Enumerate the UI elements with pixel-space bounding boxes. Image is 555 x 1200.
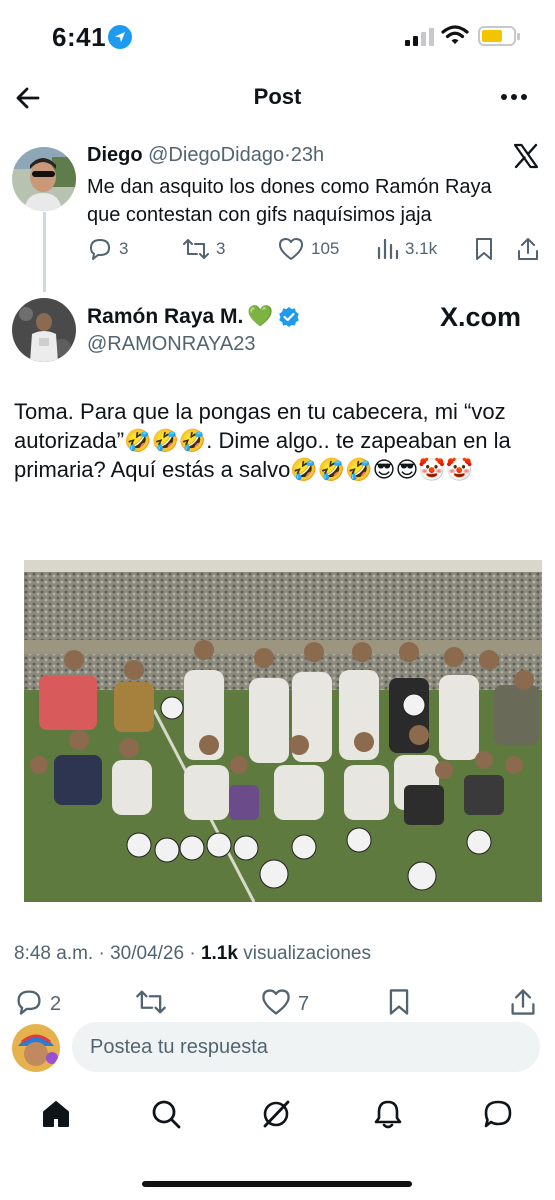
battery-icon (478, 26, 520, 46)
reply-count: 3 (119, 239, 129, 258)
share-button[interactable] (515, 234, 541, 264)
thread-line (43, 212, 46, 292)
timestamp-date: 8:48 a.m. · 30/04/26 · (14, 943, 201, 964)
main-tweet-actions: 2 7 (0, 987, 555, 1015)
main-reply-count: 2 (50, 993, 62, 1015)
main-retweet-button[interactable] (135, 987, 167, 1015)
verified-badge-icon (278, 307, 299, 327)
views-label: visualizaciones (237, 943, 372, 964)
bell-icon[interactable] (372, 1098, 404, 1130)
main-tweet-text: Toma. Para que la pongas en tu cabecera,… (14, 399, 511, 482)
status-time: 6:41 (52, 22, 107, 52)
avatar-ramon[interactable] (12, 298, 76, 362)
like-button[interactable]: 105 (277, 234, 339, 264)
reply-button[interactable]: 3 (87, 234, 128, 264)
author-name[interactable]: Diego (87, 144, 143, 166)
main-share-button[interactable] (508, 987, 538, 1015)
more-icon[interactable] (500, 92, 528, 102)
bookmark-icon (476, 238, 492, 260)
signal-icon (405, 28, 434, 46)
views-button[interactable]: 3.1k (375, 234, 437, 264)
status-bar: 6:41 (0, 0, 555, 72)
heart-icon (262, 989, 290, 1015)
green-heart-emoji: 💚 (247, 305, 274, 328)
avatar-diego[interactable] (12, 147, 76, 211)
header: Post (0, 72, 555, 124)
main-author-name-row[interactable]: Ramón Raya M. 💚 (87, 305, 300, 329)
reply-input[interactable]: Postea tu respuesta (72, 1022, 540, 1072)
post-timestamp: 8:48 a.m. · 30/04/26 · 1.1k visualizacio… (14, 943, 371, 965)
home-indicator (142, 1181, 412, 1187)
main-reply-button[interactable]: 2 (14, 987, 61, 1015)
bookmark-icon (389, 989, 409, 1015)
main-like-button[interactable]: 7 (260, 987, 309, 1015)
views-count-bold: 1.1k (200, 943, 238, 964)
reply-tweet-actions: 3 3 105 3.1k (87, 234, 547, 264)
bookmark-button[interactable] (472, 234, 496, 264)
share-icon (511, 989, 535, 1015)
location-arrow-icon (108, 25, 132, 49)
x-logo-icon (513, 143, 539, 169)
main-author-name: Ramón Raya M. (87, 305, 244, 328)
reply-icon (90, 239, 110, 260)
grok-icon[interactable] (260, 1098, 292, 1130)
bottom-nav (0, 1090, 555, 1146)
main-like-count: 7 (298, 993, 310, 1015)
search-icon[interactable] (150, 1098, 182, 1130)
reply-icon (17, 990, 41, 1015)
reply-bar: Postea tu respuesta (0, 1015, 555, 1080)
wifi-icon (441, 25, 469, 44)
separator: · (284, 144, 291, 166)
retweet-icon (136, 990, 166, 1014)
like-count: 105 (311, 239, 340, 258)
retweet-count: 3 (216, 239, 226, 258)
main-bookmark-button[interactable] (385, 987, 413, 1015)
post-time: 23h (290, 144, 325, 166)
views-count: 3.1k (405, 239, 438, 258)
author-handle[interactable]: @DiegoDidago (148, 144, 284, 166)
heart-icon (279, 238, 303, 260)
reply-tweet-header: Diego @DiegoDidago·23h (87, 144, 324, 167)
main-author-handle[interactable]: @RAMONRAYA23 (87, 333, 256, 356)
retweet-icon (183, 239, 209, 259)
reply-tweet-text: Me dan asquito los dones como Ramón Raya… (87, 176, 492, 226)
share-icon (518, 238, 538, 260)
my-avatar[interactable] (12, 1024, 60, 1072)
team-photo[interactable] (24, 560, 542, 902)
messages-icon[interactable] (482, 1098, 514, 1130)
xcom-watermark: X.com (440, 302, 522, 332)
page-title: Post (253, 84, 302, 109)
home-icon[interactable] (40, 1098, 72, 1130)
views-icon (377, 238, 399, 260)
retweet-button[interactable]: 3 (182, 234, 225, 264)
